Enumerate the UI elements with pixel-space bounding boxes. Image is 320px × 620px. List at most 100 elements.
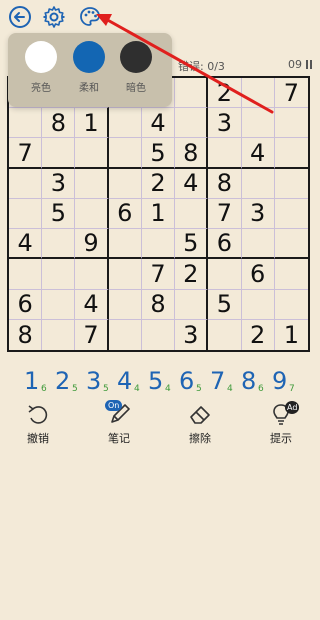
board-cell[interactable] bbox=[75, 168, 109, 199]
undo-label: 撤销 bbox=[27, 432, 49, 445]
board-cell[interactable]: 2 bbox=[141, 168, 176, 199]
board-cell[interactable]: 3 bbox=[175, 319, 209, 350]
number-key-1[interactable]: 1 6 bbox=[20, 366, 52, 398]
board-cell[interactable] bbox=[175, 198, 209, 230]
board-cell[interactable]: 7 bbox=[75, 319, 109, 350]
board-cell[interactable] bbox=[274, 259, 308, 290]
board-cell[interactable] bbox=[42, 289, 76, 320]
board-cell[interactable] bbox=[208, 259, 242, 290]
board-cell[interactable]: 1 bbox=[141, 198, 176, 230]
board-cell[interactable] bbox=[241, 168, 275, 199]
gear-icon[interactable] bbox=[42, 5, 66, 29]
number-key-8[interactable]: 8 6 bbox=[237, 366, 269, 398]
board-cell[interactable]: 2 bbox=[208, 78, 242, 109]
board-cell[interactable] bbox=[208, 319, 242, 350]
board-cell[interactable] bbox=[175, 289, 209, 320]
theme-option-dark[interactable]: 暗色 bbox=[114, 41, 158, 94]
board-cell[interactable] bbox=[141, 229, 176, 260]
board-cell[interactable]: 4 bbox=[241, 138, 275, 169]
board-cell[interactable] bbox=[75, 138, 109, 169]
board-cell[interactable] bbox=[241, 78, 275, 109]
board-cell[interactable]: 4 bbox=[9, 229, 43, 260]
board-cell[interactable] bbox=[42, 138, 76, 169]
palette-icon[interactable] bbox=[78, 5, 102, 29]
board-cell[interactable]: 8 bbox=[9, 319, 43, 350]
board-cell[interactable] bbox=[108, 289, 142, 320]
undo-button[interactable]: 撤销 bbox=[8, 402, 68, 446]
board-cell[interactable]: 1 bbox=[275, 320, 308, 350]
board-cell[interactable] bbox=[75, 198, 109, 230]
board-cell[interactable]: 1 bbox=[75, 108, 109, 139]
board-cell[interactable]: 5 bbox=[141, 138, 176, 169]
board-cell[interactable]: 9 bbox=[75, 229, 109, 260]
board-cell[interactable]: 4 bbox=[141, 108, 176, 139]
board-cell[interactable]: 3 bbox=[241, 198, 275, 230]
theme-option-light[interactable]: 亮色 bbox=[19, 41, 63, 94]
board-cell[interactable]: 4 bbox=[75, 289, 109, 320]
back-arrow-icon[interactable] bbox=[8, 5, 32, 29]
board-cell[interactable]: 8 bbox=[42, 108, 76, 139]
erase-button[interactable]: 擦除 bbox=[170, 402, 230, 446]
board-cell[interactable] bbox=[241, 108, 275, 139]
number-key-4[interactable]: 4 4 bbox=[113, 366, 145, 398]
board-cell[interactable]: 7 bbox=[141, 259, 176, 290]
board-cell[interactable] bbox=[108, 138, 142, 169]
board-cell[interactable]: 4 bbox=[175, 168, 209, 199]
board-cell[interactable] bbox=[9, 198, 43, 230]
board-cell[interactable] bbox=[142, 319, 176, 350]
number-key-9[interactable]: 9 7 bbox=[268, 366, 300, 398]
soft-swatch bbox=[73, 41, 105, 73]
board-cell[interactable] bbox=[9, 168, 43, 199]
board-cell[interactable]: 8 bbox=[208, 168, 242, 199]
board-cell[interactable]: 5 bbox=[42, 198, 76, 230]
board-cell[interactable] bbox=[42, 229, 76, 260]
board-cell[interactable] bbox=[108, 229, 142, 260]
pause-icon[interactable] bbox=[306, 60, 312, 69]
board-cell[interactable]: 8 bbox=[175, 138, 209, 169]
board-cell[interactable]: 7 bbox=[208, 198, 242, 230]
board-cell[interactable] bbox=[241, 229, 275, 260]
board-cell[interactable]: 7 bbox=[274, 78, 308, 109]
board-cell[interactable] bbox=[274, 290, 308, 320]
board-cell[interactable] bbox=[274, 169, 308, 199]
board-cell[interactable]: 7 bbox=[9, 138, 43, 169]
board-cell[interactable] bbox=[42, 319, 76, 350]
board-cell[interactable] bbox=[175, 78, 209, 109]
number-key-3[interactable]: 3 5 bbox=[82, 366, 114, 398]
board-cell[interactable]: 2 bbox=[242, 319, 275, 350]
board-cell[interactable] bbox=[108, 168, 142, 199]
key-digit: 5 bbox=[148, 367, 164, 395]
board-cell[interactable]: 5 bbox=[175, 229, 209, 260]
notes-button[interactable]: On 笔记 bbox=[89, 400, 149, 446]
theme-option-soft[interactable]: 柔和 bbox=[67, 41, 111, 94]
board-cell[interactable] bbox=[108, 108, 142, 139]
board-cell[interactable] bbox=[274, 138, 308, 169]
board-cell[interactable] bbox=[274, 108, 308, 139]
board-cell[interactable]: 3 bbox=[42, 168, 76, 199]
board-cell[interactable]: 6 bbox=[9, 289, 43, 320]
board-cell[interactable]: 8 bbox=[141, 289, 176, 320]
hint-button[interactable]: Ad 提示 bbox=[251, 401, 311, 446]
board-cell[interactable] bbox=[42, 259, 76, 290]
board-cell[interactable]: 6 bbox=[208, 229, 242, 260]
board-cell[interactable] bbox=[108, 259, 142, 290]
board-cell[interactable] bbox=[109, 319, 142, 350]
number-key-7[interactable]: 7 4 bbox=[206, 366, 238, 398]
board-cell[interactable]: 6 bbox=[108, 198, 142, 230]
number-key-5[interactable]: 5 4 bbox=[144, 366, 176, 398]
board-cell[interactable] bbox=[175, 108, 209, 139]
key-digit: 1 bbox=[24, 367, 40, 395]
board-cell[interactable] bbox=[274, 229, 308, 260]
board-cell[interactable] bbox=[241, 289, 275, 320]
number-key-6[interactable]: 6 5 bbox=[175, 366, 207, 398]
board-cell[interactable] bbox=[208, 138, 242, 169]
board-cell[interactable]: 5 bbox=[208, 289, 242, 320]
board-cell[interactable] bbox=[75, 259, 109, 290]
board-cell[interactable]: 3 bbox=[208, 108, 242, 139]
board-cell[interactable]: 6 bbox=[241, 259, 275, 290]
number-key-2[interactable]: 2 5 bbox=[51, 366, 83, 398]
board-cell[interactable]: 2 bbox=[175, 259, 209, 290]
board-cell[interactable] bbox=[9, 108, 43, 139]
board-cell[interactable] bbox=[274, 199, 308, 230]
board-cell[interactable] bbox=[9, 259, 43, 290]
